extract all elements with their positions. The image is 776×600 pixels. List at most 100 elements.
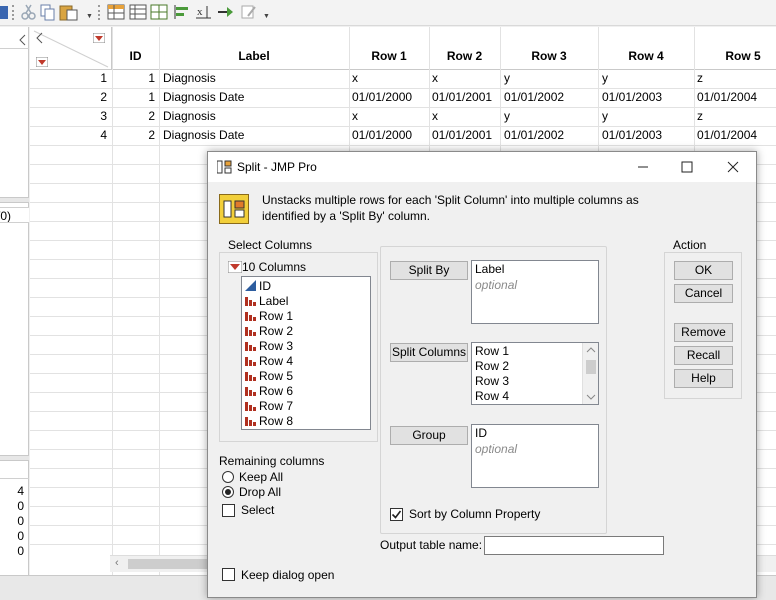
- column-header-row3[interactable]: Row 3: [500, 49, 598, 63]
- list-item[interactable]: Row 2: [245, 324, 293, 339]
- sort-by-column-property-label[interactable]: Sort by Column Property: [409, 507, 540, 521]
- cell-row5[interactable]: z: [697, 71, 703, 85]
- list-item[interactable]: Label: [245, 294, 288, 309]
- cell-row3[interactable]: 01/01/2002: [504, 128, 564, 142]
- collapse-arrow-icon[interactable]: [18, 34, 26, 46]
- columns-filter-menu-icon[interactable]: [228, 261, 242, 273]
- table-row[interactable]: 1 1 Diagnosis x x y y z: [30, 70, 776, 88]
- list-item[interactable]: Row 3: [475, 374, 509, 388]
- row-number[interactable]: 3: [30, 109, 107, 123]
- table-row[interactable]: 4 2 Diagnosis Date 01/01/2000 01/01/2001…: [30, 127, 776, 145]
- column-header-row1[interactable]: Row 1: [349, 49, 429, 63]
- select-checkbox[interactable]: [222, 504, 235, 517]
- column-header-id[interactable]: ID: [112, 49, 159, 63]
- group-button[interactable]: Group: [390, 426, 468, 445]
- list-item[interactable]: Row 7: [245, 399, 293, 414]
- formula-icon[interactable]: x: [195, 3, 213, 21]
- group-value[interactable]: ID: [475, 426, 487, 440]
- table-row[interactable]: 2 1 Diagnosis Date 01/01/2000 01/01/2001…: [30, 89, 776, 107]
- cell-row1[interactable]: x: [352, 71, 358, 85]
- cell-row4[interactable]: 01/01/2003: [602, 90, 662, 104]
- drop-all-label[interactable]: Drop All: [239, 485, 281, 499]
- list-item[interactable]: Row 4: [475, 389, 509, 403]
- cell-row1[interactable]: x: [352, 109, 358, 123]
- scroll-down-icon[interactable]: [586, 394, 596, 401]
- panel-splitter[interactable]: [0, 455, 29, 461]
- cell-row4[interactable]: y: [602, 71, 608, 85]
- cell-row2[interactable]: 01/01/2001: [432, 128, 492, 142]
- keep-dialog-open-label[interactable]: Keep dialog open: [241, 568, 334, 582]
- columns-menu-icon[interactable]: [93, 33, 105, 43]
- cell-row2[interactable]: 01/01/2001: [432, 90, 492, 104]
- column-header-row4[interactable]: Row 4: [598, 49, 694, 63]
- split-by-value[interactable]: Label: [475, 262, 504, 276]
- scrollbar-thumb[interactable]: [586, 360, 596, 374]
- list-item[interactable]: Row 8: [245, 414, 293, 429]
- split-columns-button[interactable]: Split Columns: [390, 343, 468, 362]
- edit-icon[interactable]: [240, 3, 258, 21]
- cell-id[interactable]: 1: [112, 71, 155, 85]
- cell-label[interactable]: Diagnosis: [163, 109, 216, 123]
- cell-label[interactable]: Diagnosis Date: [163, 90, 244, 104]
- maximize-button[interactable]: [671, 156, 703, 178]
- list-item[interactable]: ID: [245, 279, 271, 294]
- list-item[interactable]: Row 5: [245, 369, 293, 384]
- ok-button[interactable]: OK: [674, 261, 733, 280]
- list-item[interactable]: Row 3: [245, 339, 293, 354]
- cancel-button[interactable]: Cancel: [674, 284, 733, 303]
- cut-icon[interactable]: [20, 3, 38, 21]
- panel-splitter[interactable]: [0, 197, 29, 203]
- drop-all-radio[interactable]: [222, 486, 234, 498]
- minimize-button[interactable]: [627, 156, 659, 178]
- row-number[interactable]: 1: [30, 71, 107, 85]
- split-columns-list[interactable]: Row 1 Row 2 Row 3 Row 4: [471, 342, 599, 405]
- cell-row4[interactable]: y: [602, 109, 608, 123]
- cell-row5[interactable]: z: [697, 109, 703, 123]
- cell-row4[interactable]: 01/01/2003: [602, 128, 662, 142]
- cell-row3[interactable]: y: [504, 71, 510, 85]
- row-number[interactable]: 4: [30, 128, 107, 142]
- group-list[interactable]: ID optional: [471, 424, 599, 488]
- cell-row1[interactable]: 01/01/2000: [352, 128, 412, 142]
- list-item[interactable]: Row 2: [475, 359, 509, 373]
- cell-label[interactable]: Diagnosis: [163, 71, 216, 85]
- collapse-arrow-icon[interactable]: [35, 32, 43, 44]
- cell-id[interactable]: 2: [112, 109, 155, 123]
- sort-by-column-property-checkbox[interactable]: [390, 508, 403, 521]
- keep-all-radio[interactable]: [222, 471, 234, 483]
- list-item[interactable]: Row 6: [245, 384, 293, 399]
- save-icon[interactable]: [0, 3, 18, 21]
- cell-row5[interactable]: 01/01/2004: [697, 128, 757, 142]
- column-header-row5[interactable]: Row 5: [694, 49, 776, 63]
- scroll-up-icon[interactable]: [586, 346, 596, 353]
- arrow-icon[interactable]: [217, 3, 235, 21]
- recall-button[interactable]: Recall: [674, 346, 733, 365]
- cell-id[interactable]: 2: [112, 128, 155, 142]
- cell-id[interactable]: 1: [112, 90, 155, 104]
- cell-row2[interactable]: x: [432, 71, 438, 85]
- keep-dialog-open-checkbox[interactable]: [222, 568, 235, 581]
- list-item[interactable]: Row 1: [245, 309, 293, 324]
- select-columns-list[interactable]: ID Label Row 1 Row 2 Row 3 Row 4 Row 5 R…: [241, 276, 371, 430]
- split-by-list[interactable]: Label optional: [471, 260, 599, 324]
- list-item[interactable]: Row 1: [475, 344, 509, 358]
- align-icon[interactable]: [173, 3, 191, 21]
- keep-all-label[interactable]: Keep All: [239, 470, 283, 484]
- close-button[interactable]: [717, 156, 749, 178]
- grid-icon[interactable]: [150, 3, 168, 21]
- remove-button[interactable]: Remove: [674, 323, 733, 342]
- split-by-button[interactable]: Split By: [390, 261, 468, 280]
- table-icon[interactable]: [129, 3, 147, 21]
- cell-row2[interactable]: x: [432, 109, 438, 123]
- copy-icon[interactable]: [39, 3, 57, 21]
- scroll-left-icon[interactable]: ‹: [115, 557, 119, 569]
- select-label[interactable]: Select: [241, 503, 274, 517]
- table-row[interactable]: 3 2 Diagnosis x x y y z: [30, 108, 776, 126]
- cell-row1[interactable]: 01/01/2000: [352, 90, 412, 104]
- cell-label[interactable]: Diagnosis Date: [163, 128, 244, 142]
- cell-row5[interactable]: 01/01/2004: [697, 90, 757, 104]
- row-number[interactable]: 2: [30, 90, 107, 104]
- edit-dropdown-icon[interactable]: ▼: [263, 13, 270, 20]
- paste-icon[interactable]: [59, 3, 78, 21]
- paste-dropdown-icon[interactable]: ▼: [86, 13, 93, 20]
